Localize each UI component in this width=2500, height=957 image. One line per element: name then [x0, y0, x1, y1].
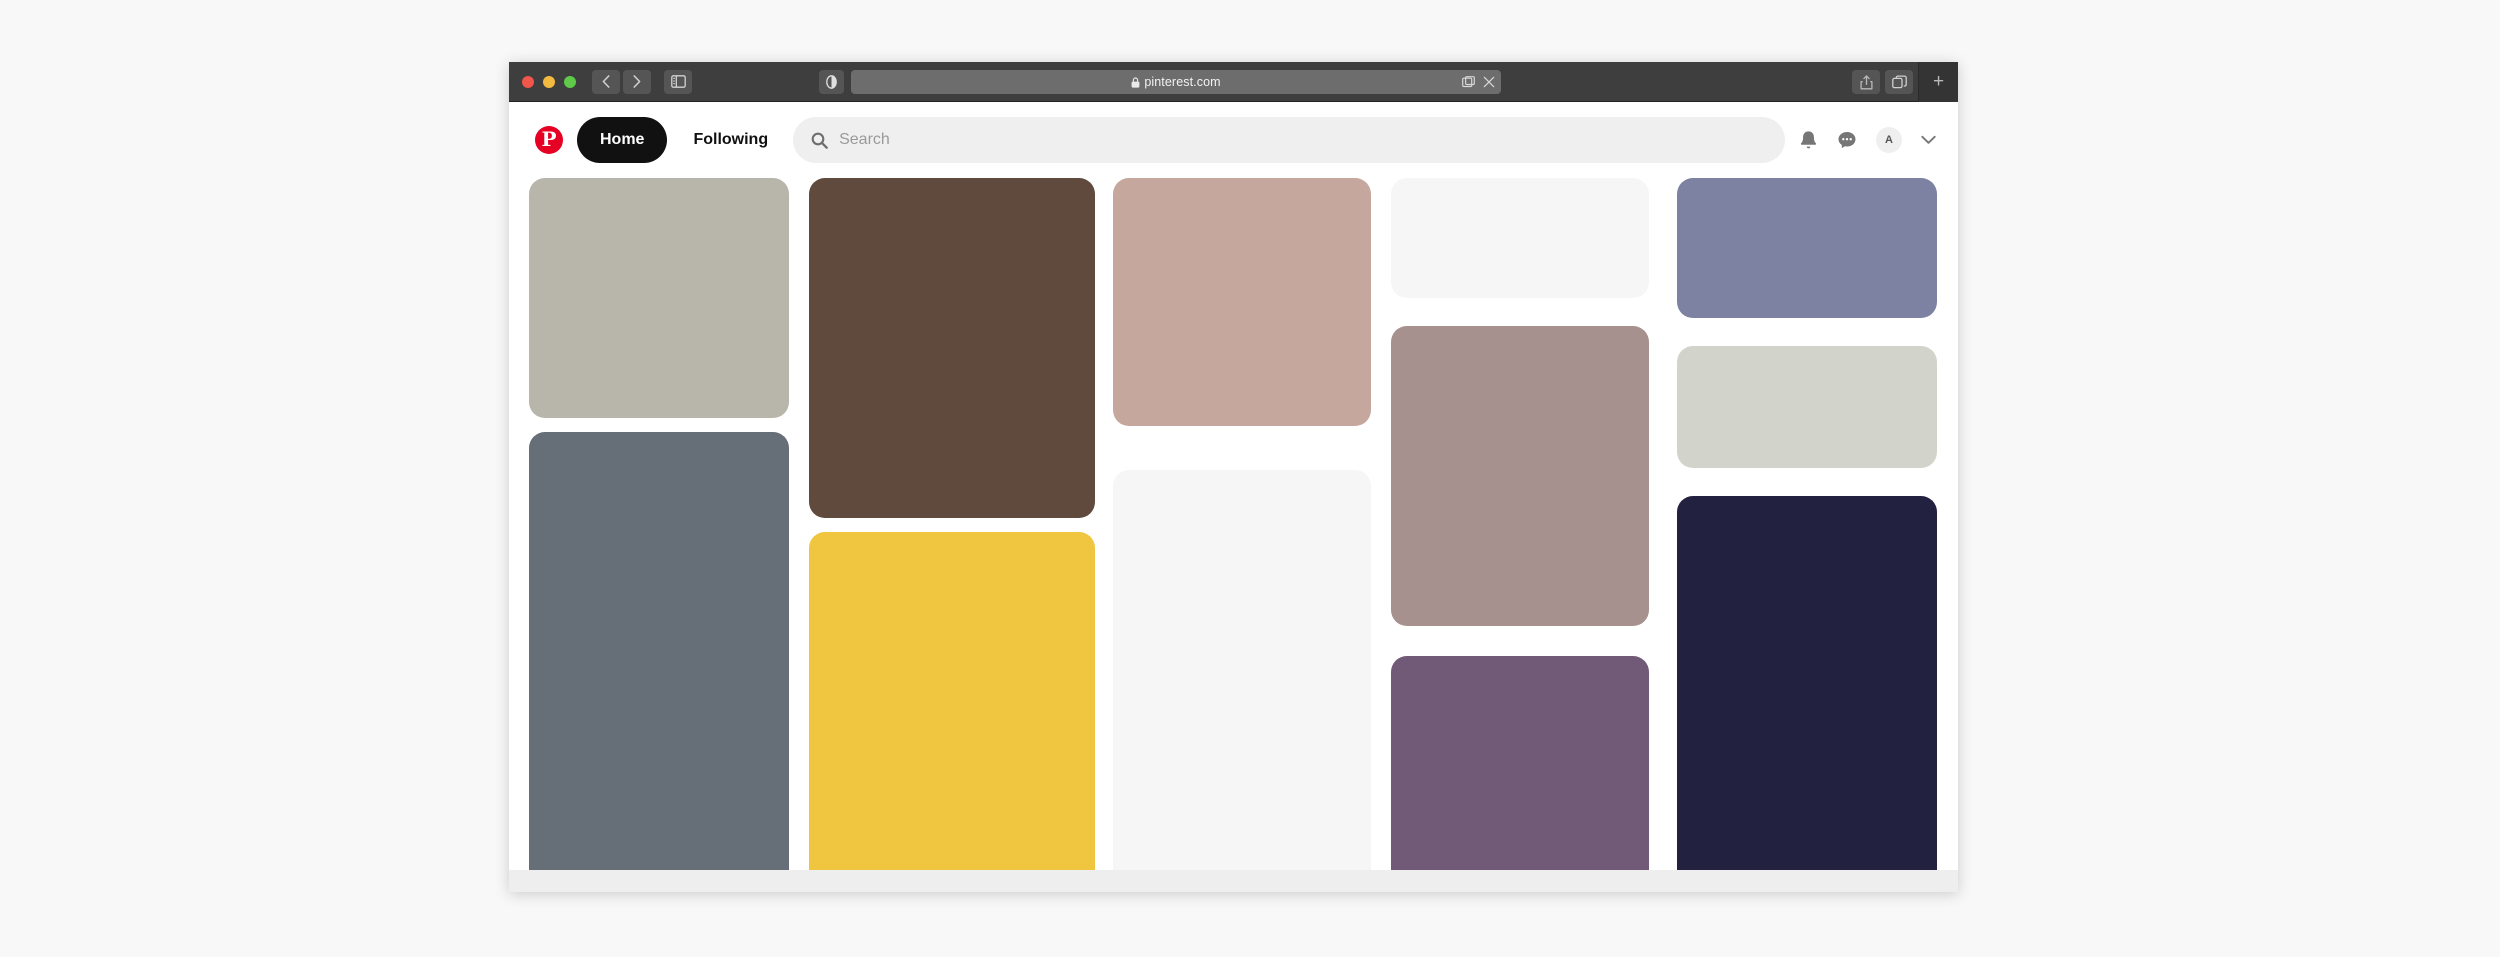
new-tab-label: + [1933, 71, 1944, 93]
pin-card[interactable] [1677, 496, 1937, 892]
pin-grid-inner [529, 178, 1938, 892]
minimize-window-button[interactable] [543, 76, 555, 88]
window-controls [522, 76, 576, 88]
page-viewport: P Home Following Search [509, 102, 1958, 892]
url-right-icons [1462, 70, 1495, 94]
chevron-left-icon [602, 75, 610, 88]
search-icon [811, 132, 828, 149]
url-text-wrap: pinterest.com [1131, 75, 1220, 89]
avatar[interactable]: A [1876, 127, 1902, 153]
messages-button[interactable] [1837, 130, 1857, 150]
sidebar-icon [671, 75, 686, 88]
pin-card[interactable] [1677, 178, 1937, 318]
search-input[interactable]: Search [793, 117, 1785, 163]
maximize-window-button[interactable] [564, 76, 576, 88]
share-button[interactable] [1852, 70, 1880, 94]
tab-overview-icon [1892, 75, 1907, 89]
pinterest-logo-icon[interactable]: P [535, 126, 563, 154]
pin-card[interactable] [529, 178, 789, 418]
url-hostname: pinterest.com [1144, 75, 1220, 89]
browser-window: pinterest.com [509, 62, 1958, 892]
chevron-right-icon [633, 75, 641, 88]
back-button[interactable] [592, 70, 620, 94]
pinterest-header: P Home Following Search [509, 102, 1958, 178]
nav-following-label: Following [693, 131, 768, 149]
toggle-sidebar-button[interactable] [664, 70, 692, 94]
chat-bubble-icon [1837, 130, 1857, 150]
pin-card[interactable] [1391, 326, 1649, 626]
notifications-button[interactable] [1799, 130, 1818, 151]
pinterest-logo-glyph: P [541, 129, 556, 149]
pin-card[interactable] [1677, 346, 1937, 468]
chevron-down-icon [1921, 135, 1936, 145]
pin-card[interactable] [1391, 656, 1649, 892]
header-actions: A [1799, 127, 1940, 153]
pin-card[interactable] [529, 432, 789, 892]
reader-view-button[interactable] [819, 70, 844, 94]
browser-titlebar: pinterest.com [509, 62, 1958, 102]
new-tab-button[interactable]: + [1918, 62, 1958, 102]
pin-card[interactable] [809, 178, 1095, 518]
stop-loading-icon[interactable] [1483, 76, 1495, 88]
nav-home-label: Home [600, 131, 644, 149]
pin-grid [509, 178, 1958, 892]
share-icon [1860, 75, 1873, 90]
nav-home-button[interactable]: Home [577, 117, 667, 163]
search-placeholder: Search [839, 131, 890, 149]
picture-in-picture-icon[interactable] [1462, 76, 1475, 88]
pin-card[interactable] [1391, 178, 1649, 298]
avatar-initial: A [1885, 134, 1893, 146]
titlebar-right-actions: + [1852, 62, 1958, 102]
page-footer-strip [509, 870, 1958, 892]
account-menu-button[interactable] [1921, 135, 1936, 145]
pin-card[interactable] [1113, 470, 1371, 892]
url-input[interactable]: pinterest.com [851, 70, 1501, 94]
pin-card[interactable] [809, 532, 1095, 892]
nav-following-button[interactable]: Following [681, 117, 780, 163]
lock-icon [1131, 77, 1140, 88]
pin-card[interactable] [1113, 178, 1371, 426]
close-window-button[interactable] [522, 76, 534, 88]
forward-button[interactable] [623, 70, 651, 94]
navigation-buttons [592, 70, 651, 94]
bell-icon [1799, 130, 1818, 151]
reader-view-icon [826, 75, 837, 89]
address-bar-area: pinterest.com [819, 70, 1501, 94]
tab-overview-button[interactable] [1885, 70, 1913, 94]
